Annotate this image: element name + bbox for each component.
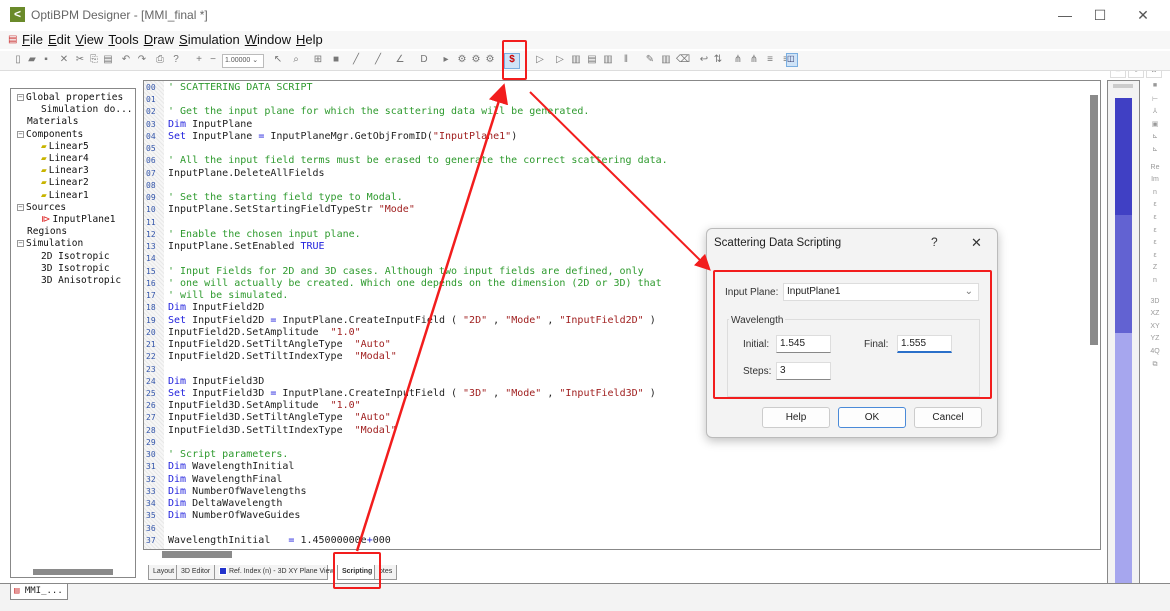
arrow-toolbar-to-dialog: [529, 91, 711, 271]
annotation-arrows: [355, 83, 711, 552]
arrow-tab-to-toolbar: [355, 83, 509, 552]
